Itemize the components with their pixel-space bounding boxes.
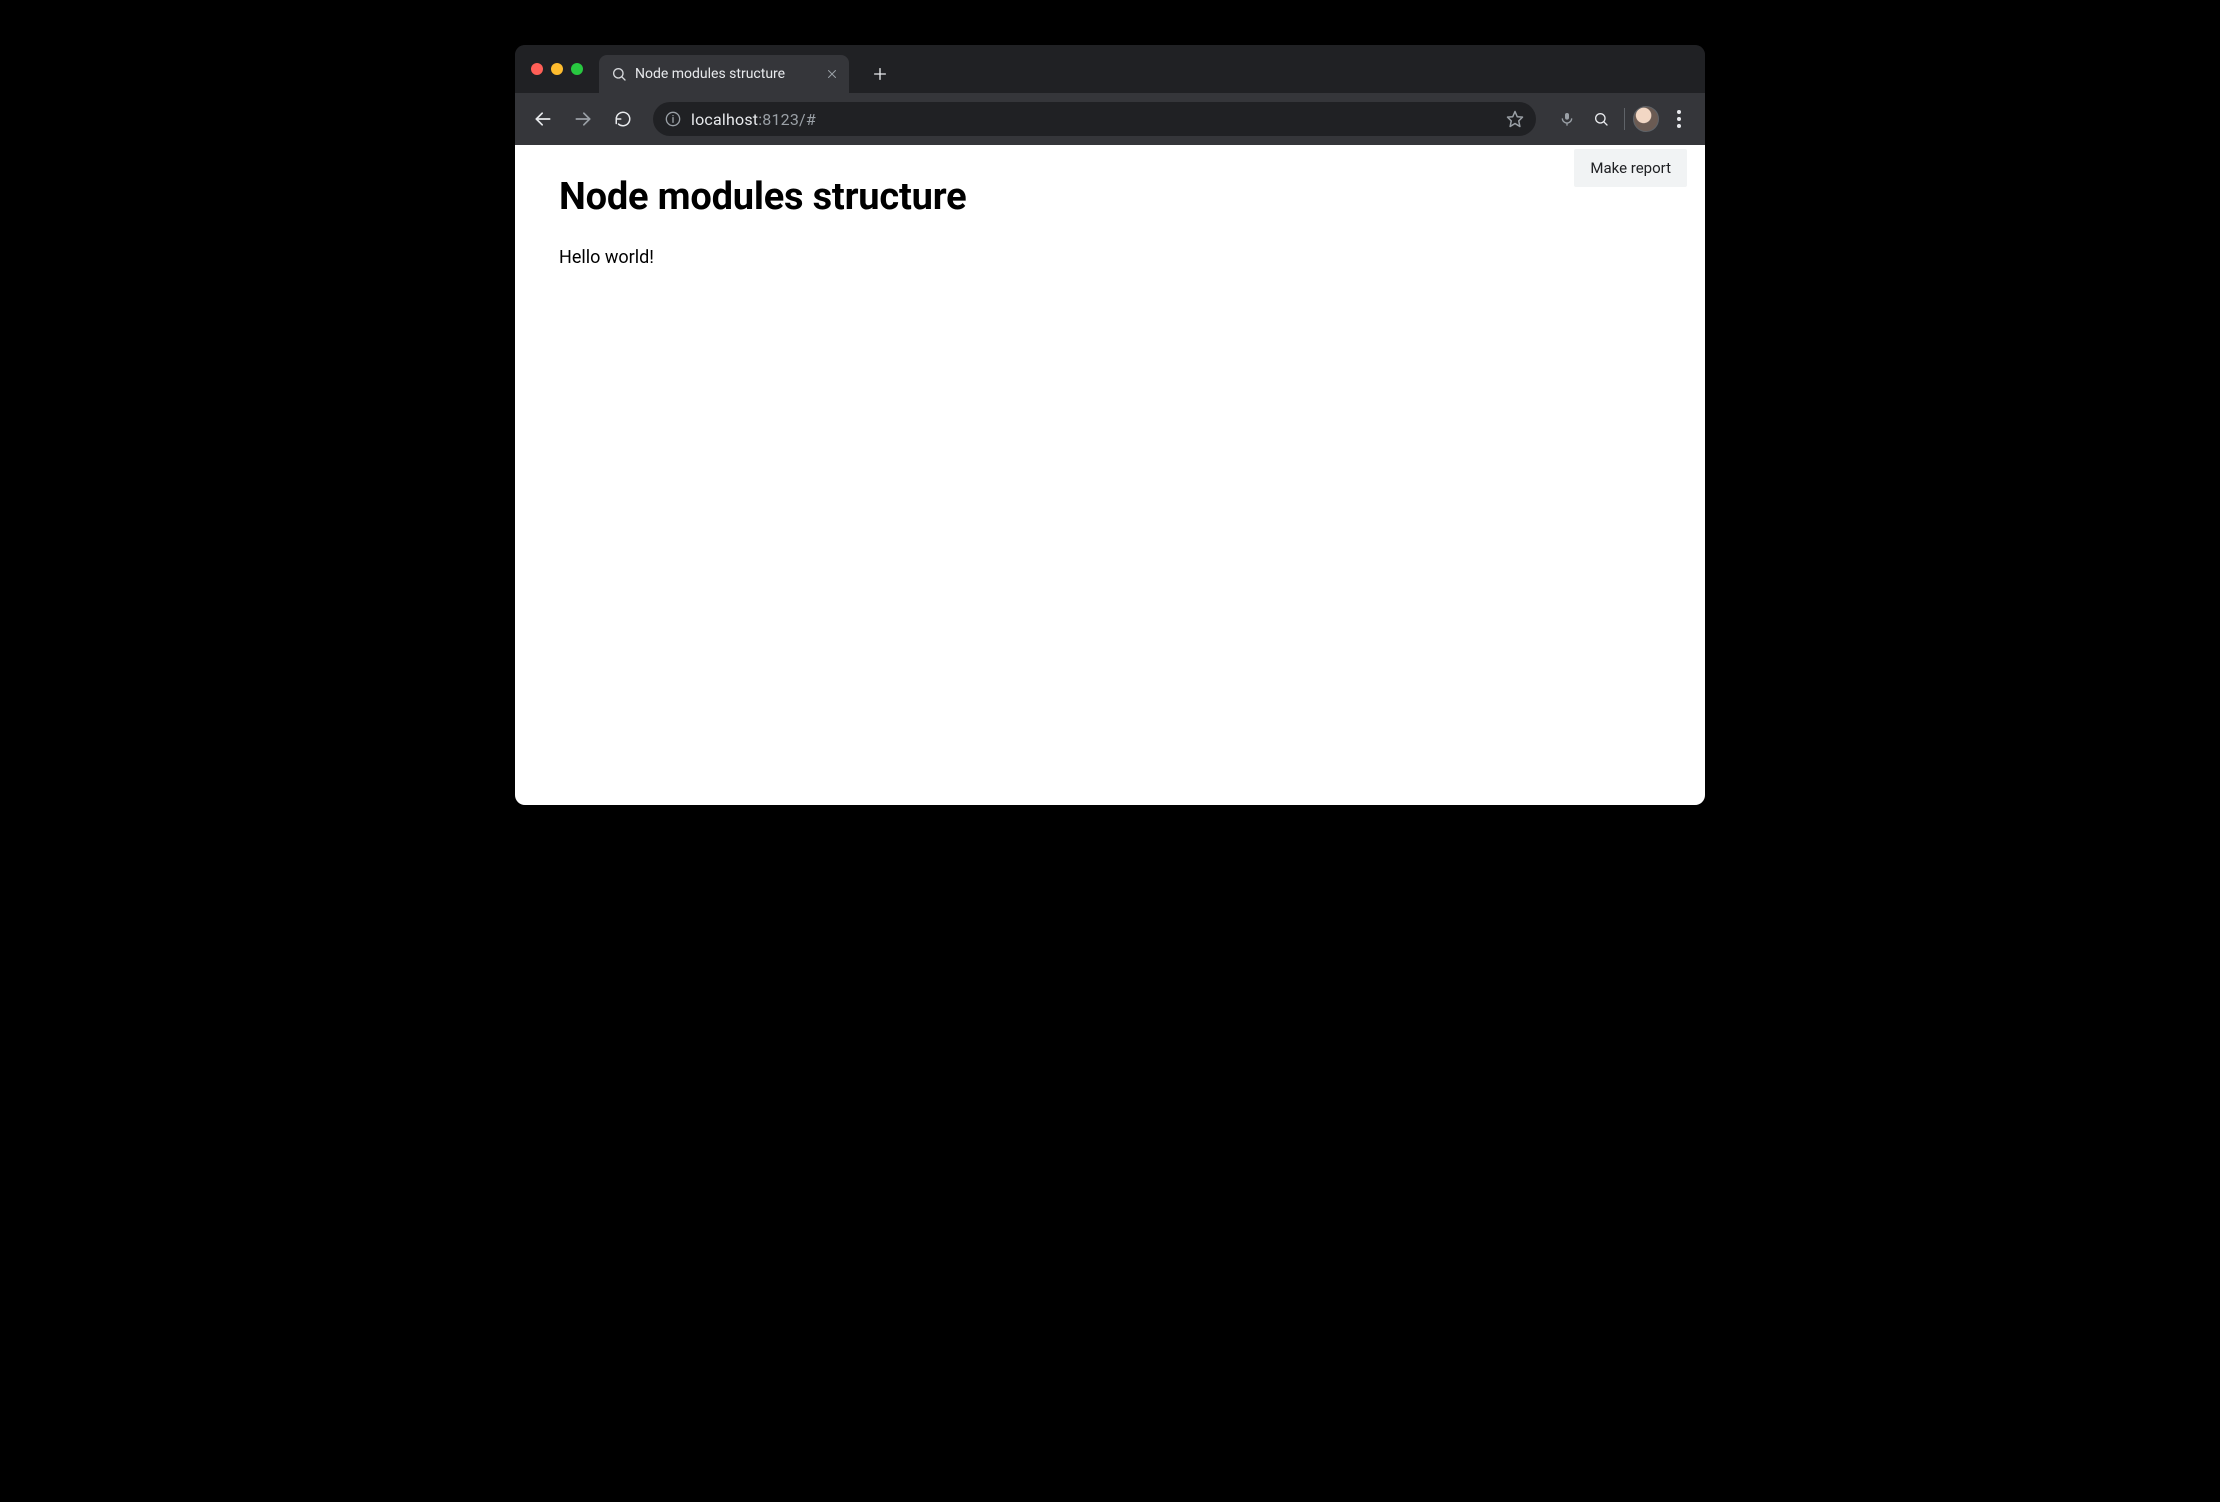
tab-close-button[interactable] [823,65,841,83]
nav-forward-button[interactable] [565,101,601,137]
site-info-icon[interactable] [665,111,681,127]
make-report-button[interactable]: Make report [1574,149,1687,187]
toolbar-separator [1624,108,1625,130]
new-tab-button[interactable] [863,57,897,91]
window-close-button[interactable] [531,63,543,75]
window-maximize-button[interactable] [571,63,583,75]
browser-menu-button[interactable] [1663,103,1695,135]
extension-1-icon[interactable] [1552,104,1582,134]
window-traffic-lights [527,45,593,93]
profile-avatar-button[interactable] [1633,106,1659,132]
page-viewport: Make report Node modules structure Hello… [515,145,1705,805]
tab-favicon-icon [611,66,627,82]
browser-toolbar: localhost:8123/# [515,93,1705,145]
page-heading: Node modules structure [559,175,1661,219]
url-rest: :8123/# [758,110,816,129]
extension-2-icon[interactable] [1586,104,1616,134]
page-content: Node modules structure Hello world! [515,145,1705,268]
tab-strip: Node modules structure [515,45,1705,93]
address-bar[interactable]: localhost:8123/# [653,102,1536,136]
browser-tab-active[interactable]: Node modules structure [599,55,849,93]
tab-title: Node modules structure [635,66,815,82]
url-host: localhost [691,110,758,129]
page-text: Hello world! [559,247,1661,268]
window-minimize-button[interactable] [551,63,563,75]
browser-window: Node modules structure localhost:8123/# [515,45,1705,805]
extension-area [1552,103,1695,135]
bookmark-star-icon[interactable] [1506,110,1524,128]
url-text: localhost:8123/# [691,110,1498,129]
reload-button[interactable] [605,101,641,137]
nav-back-button[interactable] [525,101,561,137]
